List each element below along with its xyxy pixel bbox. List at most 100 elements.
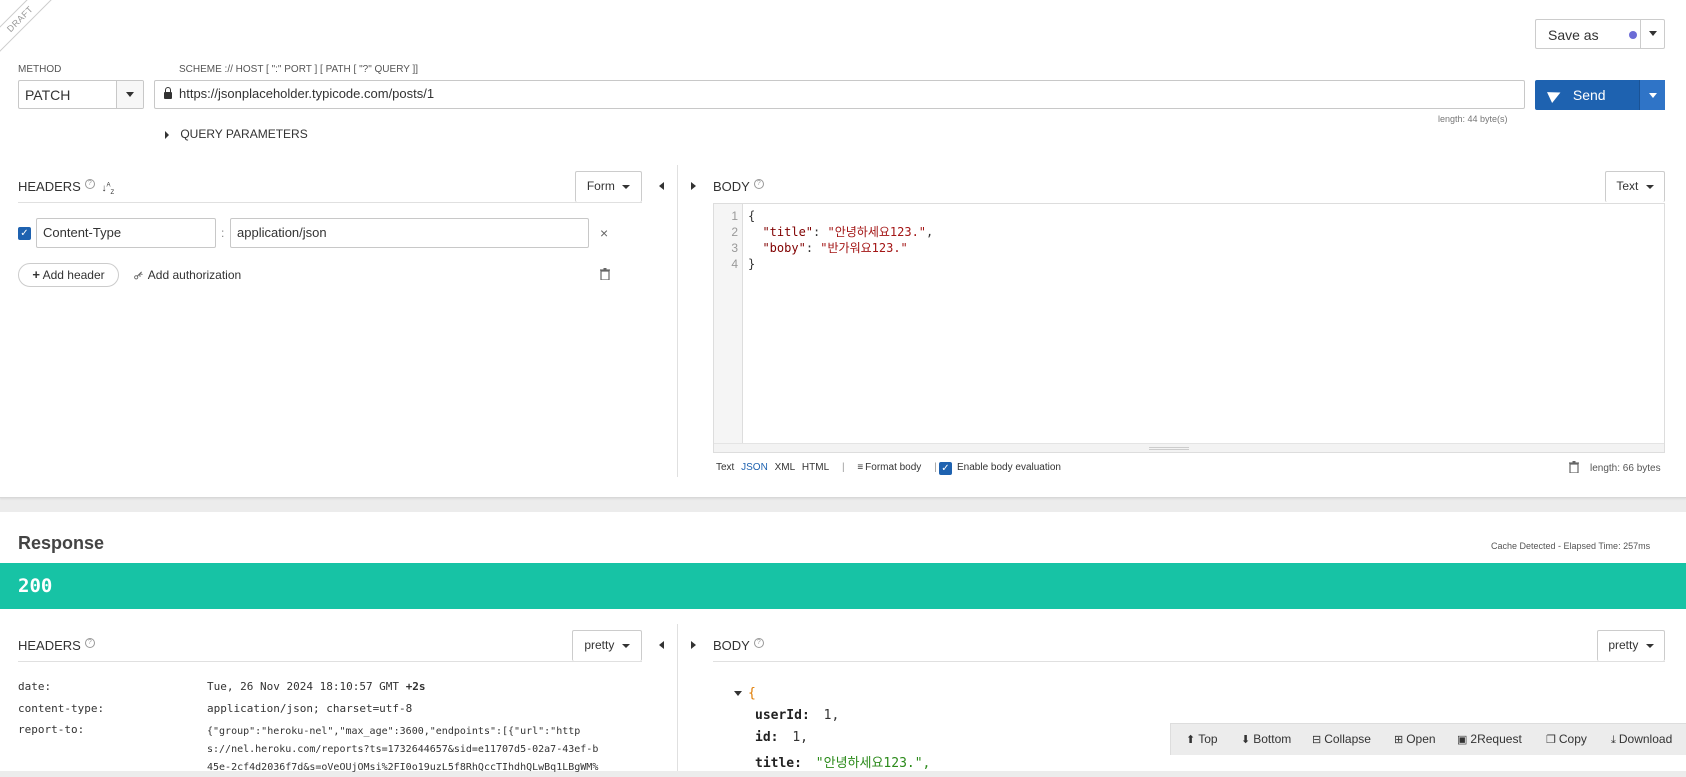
response-body-title: BODY? <box>713 638 764 653</box>
query-parameters-toggle[interactable]: QUERY PARAMETERS <box>165 127 308 141</box>
collapse-left-icon[interactable] <box>659 182 664 190</box>
toolbar-copy-button[interactable]: ❐ Copy <box>1546 732 1587 746</box>
toolbar-label: Top <box>1198 732 1218 746</box>
expand-right-icon[interactable] <box>691 641 696 649</box>
query-parameters-label: QUERY PARAMETERS <box>180 127 308 141</box>
code-boby-value: "반가워요123." <box>820 241 908 255</box>
send-dropdown[interactable] <box>1639 80 1665 110</box>
line-number: 2 <box>731 225 738 239</box>
response-header-row: date: <box>18 680 51 693</box>
plus-icon: + <box>32 267 40 282</box>
json-value: 1, <box>792 730 808 745</box>
chevron-down-icon <box>1648 31 1657 37</box>
line-number: 4 <box>731 257 738 271</box>
body-format-bar: Text JSON XML HTML | ≡ Format body | <box>716 462 947 473</box>
code-line: "boby": "반가워요123." <box>762 241 908 255</box>
json-open-brace: { <box>748 686 756 701</box>
format-xml[interactable]: XML <box>775 462 796 473</box>
format-text[interactable]: Text <box>716 462 734 473</box>
collapse-left-icon[interactable] <box>659 641 664 649</box>
minus-square-icon: ⊟ <box>1312 734 1322 746</box>
request-split-divider <box>677 165 678 477</box>
editor-resize-handle[interactable] <box>714 443 1664 452</box>
json-key: id: <box>755 730 779 745</box>
chevron-down-icon <box>622 184 631 189</box>
header-value-input[interactable]: application/json <box>230 218 589 248</box>
help-icon[interactable]: ? <box>84 179 95 189</box>
status-bar: 200 <box>0 563 1686 609</box>
add-authorization-link[interactable]: ⚷Add authorization <box>130 267 241 283</box>
response-toolbar: ⬆ Top ⬇ Bottom ⊟ Collapse ⊞ Open ▣ 2Request ❐… <box>1170 723 1686 755</box>
add-header-button[interactable]: + Add header <box>18 263 119 287</box>
json-line: userId: 1, <box>755 708 839 723</box>
response-header-name: content-type: <box>18 702 105 715</box>
key-icon: ⚷ <box>130 266 147 284</box>
help-icon[interactable]: ? <box>753 638 764 648</box>
toolbar-2request-button[interactable]: ▣ 2Request <box>1457 732 1522 746</box>
url-length: length: 44 byte(s) <box>1438 114 1508 124</box>
paper-plane-icon <box>1547 87 1563 103</box>
chevron-down-icon[interactable] <box>734 691 742 696</box>
report-to-line: {"group":"heroku-nel","max_age":3600,"en… <box>207 726 581 737</box>
header-name-value: Content-Type <box>43 225 122 240</box>
expand-right-icon[interactable] <box>691 182 696 190</box>
toolbar-label: Bottom <box>1253 732 1292 746</box>
url-input[interactable]: https://jsonplaceholder.typicode.com/pos… <box>154 80 1525 109</box>
format-body-button[interactable]: ≡ Format body <box>857 462 924 473</box>
response-header-row: report-to: <box>18 723 84 736</box>
help-icon[interactable]: ? <box>84 638 95 648</box>
toolbar-bottom-button[interactable]: ⬇ Bottom <box>1241 732 1291 746</box>
chevron-down-icon <box>1645 643 1654 648</box>
body-trash-icon[interactable] <box>1569 461 1579 476</box>
align-left-icon: ≡ <box>857 462 864 473</box>
method-select[interactable]: PATCH <box>18 80 144 109</box>
code-line: "title": "안녕하세요123.", <box>762 225 934 239</box>
response-body-mode[interactable]: pretty <box>1597 630 1665 661</box>
request-body-label: BODY <box>713 179 750 194</box>
response-body-label: BODY <box>713 638 750 653</box>
status-code: 200 <box>18 575 53 597</box>
code-title-key: "title" <box>762 225 814 239</box>
toolbar-download-button[interactable]: ⤓ Download <box>1611 732 1672 747</box>
format-html[interactable]: HTML <box>802 462 829 473</box>
response-header-row: content-type: <box>18 702 104 715</box>
help-icon[interactable]: ? <box>753 179 764 189</box>
arrow-up-circle-icon: ⬆ <box>1186 734 1196 746</box>
enable-eval-checkbox[interactable]: ✓ <box>939 462 952 475</box>
response-headers-label: HEADERS <box>18 638 81 653</box>
format-json[interactable]: JSON <box>741 462 768 473</box>
chevron-down-icon <box>1648 92 1657 98</box>
send-button[interactable]: Send <box>1535 80 1665 110</box>
response-headers-mode[interactable]: pretty <box>572 630 642 661</box>
response-header-name: report-to: <box>18 723 85 736</box>
trash-icon[interactable] <box>600 268 610 283</box>
arrow-down-circle-icon: ⬇ <box>1241 734 1251 746</box>
json-line: id: 1, <box>755 730 808 745</box>
toolbar-collapse-button[interactable]: ⊟ Collapse <box>1312 732 1371 746</box>
json-root[interactable]: { <box>734 686 756 701</box>
enable-eval-label: Enable body evaluation <box>957 462 1061 473</box>
toolbar-top-button[interactable]: ⬆ Top <box>1186 732 1218 746</box>
save-as-label: Save as <box>1548 27 1599 43</box>
code-lines[interactable]: { "title": "안녕하세요123.", "boby": "반가워요123… <box>748 208 933 272</box>
header-enabled-checkbox[interactable]: ✓ <box>18 227 31 240</box>
copy-icon: ❐ <box>1546 734 1556 746</box>
date-value: Tue, 26 Nov 2024 18:10:57 GMT <box>207 680 400 693</box>
remove-header-icon[interactable]: × <box>600 225 608 241</box>
save-as-button[interactable]: Save as <box>1535 19 1665 49</box>
draft-ribbon: DRAFT <box>0 0 62 61</box>
request-headers-mode[interactable]: Form <box>575 171 642 202</box>
save-as-dropdown[interactable] <box>1640 20 1664 48</box>
request-body-editor[interactable]: 1 2 3 4 { "title": "안녕하세요123.", "boby": … <box>713 203 1665 453</box>
send-main[interactable]: Send <box>1535 80 1640 110</box>
elapsed-time: Cache Detected - Elapsed Time: 257ms <box>1491 541 1651 551</box>
method-dropdown[interactable] <box>116 81 143 108</box>
toolbar-open-button[interactable]: ⊞ Open <box>1394 732 1436 746</box>
json-value: "안녕하세요123.", <box>815 756 931 771</box>
plus-square-icon: ⊞ <box>1394 734 1404 746</box>
json-value: 1, <box>823 708 840 723</box>
sort-az-icon[interactable]: ↓AZ <box>101 183 114 196</box>
header-name-input[interactable]: Content-Type <box>36 218 216 248</box>
chevron-right-icon <box>165 130 169 139</box>
request-body-mode[interactable]: Text <box>1605 171 1665 202</box>
